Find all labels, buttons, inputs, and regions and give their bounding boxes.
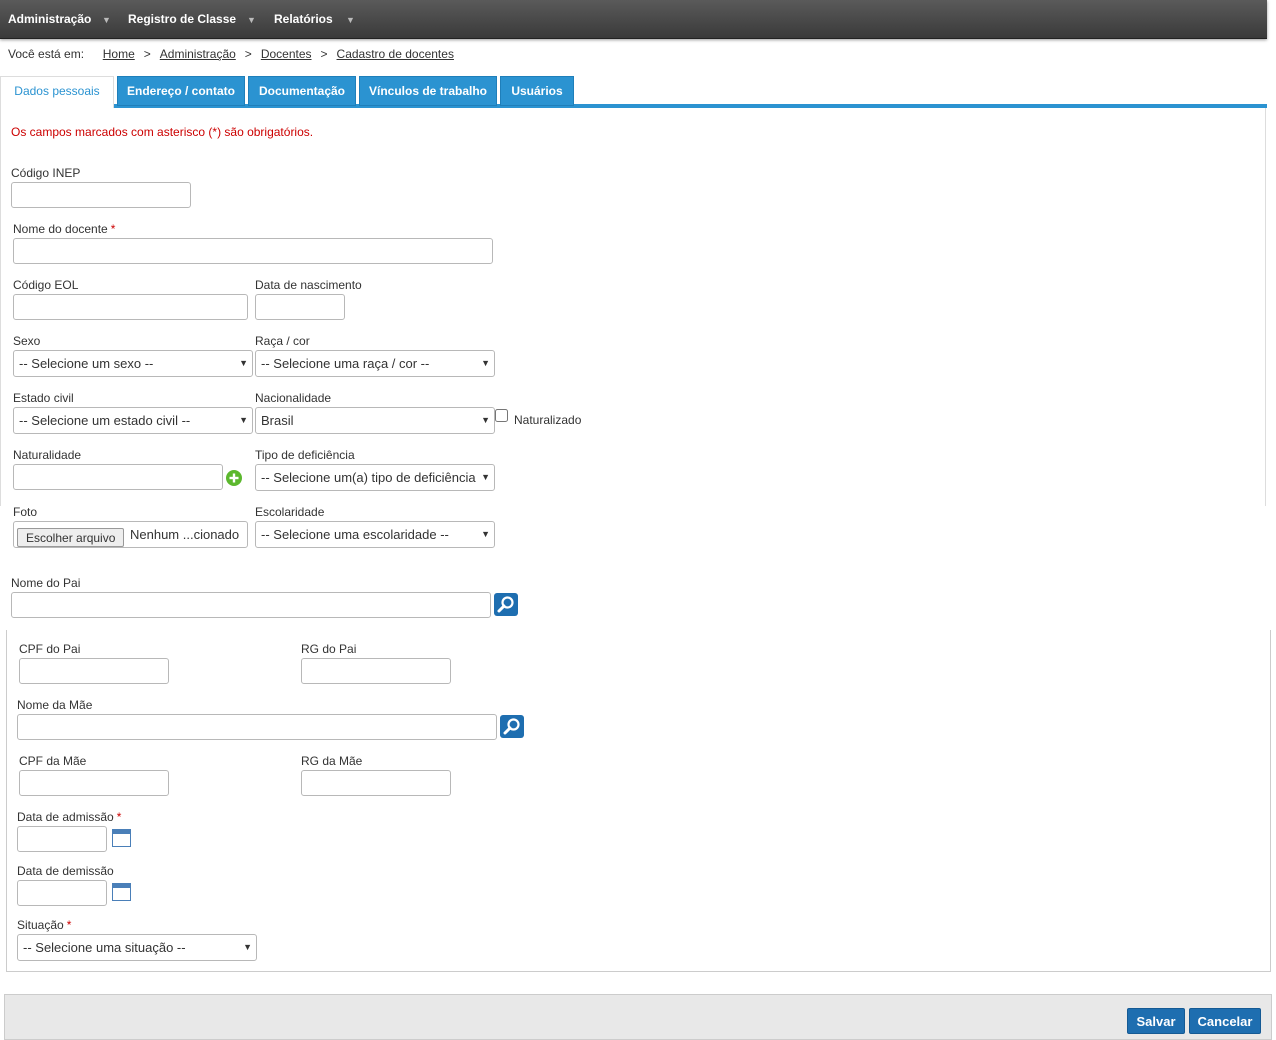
raca-label: Raça / cor <box>255 334 310 348</box>
chevron-down-icon: ▼ <box>239 358 248 368</box>
foto-label: Foto <box>13 505 38 519</box>
nome-pai-label: Nome do Pai <box>11 576 81 590</box>
breadcrumb-home[interactable]: Home <box>103 47 135 61</box>
cpf-mae-input[interactable] <box>19 770 169 796</box>
chevron-down-icon[interactable]: ▼ <box>346 0 355 38</box>
codigo-inep-label: Código INEP <box>11 166 81 180</box>
codigo-eol-input[interactable] <box>13 294 248 320</box>
cpf-mae-label: CPF da Mãe <box>19 754 87 768</box>
required-fields-note: Os campos marcados com asterisco (*) são… <box>11 125 314 139</box>
search-button[interactable] <box>500 715 524 738</box>
nav-relatorios[interactable]: Relatórios <box>274 0 333 38</box>
rg-mae-label: RG da Mãe <box>301 754 363 768</box>
raca-select-value: -- Selecione uma raça / cor -- <box>261 356 430 371</box>
chevron-down-icon[interactable]: ▼ <box>247 0 256 38</box>
estado-civil-select-value: -- Selecione um estado civil -- <box>19 413 191 428</box>
data-demissao-input[interactable] <box>17 880 107 906</box>
estado-civil-select[interactable]: -- Selecione um estado civil -- ▼ <box>13 407 253 434</box>
search-icon <box>503 718 520 735</box>
required-mark: * <box>116 810 122 824</box>
footer-bar <box>4 994 1272 1040</box>
save-button[interactable]: Salvar <box>1127 1008 1185 1034</box>
tab-vinculos-trabalho[interactable]: Vínculos de trabalho <box>359 76 497 106</box>
breadcrumb-separator: > <box>143 47 151 61</box>
choose-file-button[interactable]: Escolher arquivo <box>17 528 125 547</box>
rg-mae-input[interactable] <box>301 770 451 796</box>
chevron-down-icon: ▼ <box>481 529 490 539</box>
deficiencia-label: Tipo de deficiência <box>255 448 355 462</box>
cpf-pai-input[interactable] <box>19 658 169 684</box>
naturalidade-label: Naturalidade <box>13 448 82 462</box>
tab-endereco-contato[interactable]: Endereço / contato <box>117 76 245 106</box>
escolaridade-select-value: -- Selecione uma escolaridade -- <box>261 527 449 542</box>
chevron-down-icon[interactable]: ▼ <box>102 0 111 38</box>
deficiencia-select[interactable]: -- Selecione um(a) tipo de deficiência -… <box>255 464 495 491</box>
estado-civil-label: Estado civil <box>13 391 74 405</box>
nome-mae-input[interactable] <box>17 714 497 740</box>
breadcrumb-separator: > <box>320 47 328 61</box>
data-admissao-input[interactable] <box>17 826 107 852</box>
data-nascimento-input[interactable] <box>255 294 345 320</box>
situacao-label-text: Situação <box>17 918 64 932</box>
cancel-button[interactable]: Cancelar <box>1189 1008 1261 1034</box>
tab-usuarios[interactable]: Usuários <box>500 76 574 106</box>
rg-pai-input[interactable] <box>301 658 451 684</box>
breadcrumb-cadastro-docentes[interactable]: Cadastro de docentes <box>337 47 454 61</box>
naturalidade-input[interactable] <box>13 464 223 490</box>
tab-documentacao[interactable]: Documentação <box>248 76 356 106</box>
sexo-select[interactable]: -- Selecione um sexo -- ▼ <box>13 350 253 377</box>
required-mark: * <box>66 918 72 932</box>
chevron-down-icon: ▼ <box>481 358 490 368</box>
chevron-down-icon: ▼ <box>481 415 490 425</box>
cpf-pai-label: CPF do Pai <box>19 642 81 656</box>
nav-administracao[interactable]: Administração <box>8 0 91 38</box>
nome-docente-label-text: Nome do docente <box>13 222 108 236</box>
nacionalidade-label: Nacionalidade <box>255 391 332 405</box>
rg-pai-label: RG do Pai <box>301 642 357 656</box>
situacao-label: Situação * <box>17 918 71 932</box>
escolaridade-label: Escolaridade <box>255 505 325 519</box>
data-admissao-label-text: Data de admissão <box>17 810 114 824</box>
search-button[interactable] <box>494 593 518 616</box>
nome-mae-label: Nome da Mãe <box>17 698 93 712</box>
naturalizado-label: Naturalizado <box>514 413 582 427</box>
nacionalidade-select[interactable]: Brasil ▼ <box>255 407 495 434</box>
sexo-select-value: -- Selecione um sexo -- <box>19 356 154 371</box>
raca-select[interactable]: -- Selecione uma raça / cor -- ▼ <box>255 350 495 377</box>
chevron-down-icon: ▼ <box>481 472 490 482</box>
foto-file-input[interactable]: Escolher arquivo Nenhum ...cionado <box>13 521 248 548</box>
data-demissao-label: Data de demissão <box>17 864 114 878</box>
situacao-select-value: -- Selecione uma situação -- <box>23 940 186 955</box>
data-admissao-label: Data de admissão * <box>17 810 121 824</box>
deficiencia-select-value: -- Selecione um(a) tipo de deficiência -… <box>261 470 476 485</box>
calendar-icon[interactable] <box>112 883 131 901</box>
tab-dados-pessoais[interactable]: Dados pessoais <box>0 76 114 108</box>
naturalizado-checkbox[interactable] <box>495 409 508 422</box>
codigo-inep-input[interactable] <box>11 182 191 208</box>
form-panel-lower <box>6 630 1271 972</box>
chevron-down-icon: ▼ <box>239 415 248 425</box>
nome-docente-input[interactable] <box>13 238 493 264</box>
breadcrumb-administracao[interactable]: Administração <box>160 47 236 61</box>
breadcrumb-prefix: Você está em: <box>8 47 85 61</box>
breadcrumb: Você está em: Home > Administração > Docente… <box>8 47 454 65</box>
escolaridade-select[interactable]: -- Selecione uma escolaridade -- ▼ <box>255 521 495 548</box>
sexo-label: Sexo <box>13 334 41 348</box>
nav-registro-de-classe[interactable]: Registro de Classe <box>128 0 236 38</box>
required-mark: * <box>110 222 116 236</box>
top-nav-bar: Administração ▼ Registro de Classe ▼ Rel… <box>0 0 1267 39</box>
nome-pai-input[interactable] <box>11 592 491 618</box>
breadcrumb-docentes[interactable]: Docentes <box>261 47 312 61</box>
nome-docente-label: Nome do docente * <box>13 222 115 236</box>
file-status: Nenhum ...cionado <box>130 527 240 542</box>
breadcrumb-separator: > <box>244 47 252 61</box>
codigo-eol-label: Código EOL <box>13 278 79 292</box>
calendar-icon[interactable] <box>112 829 131 847</box>
situacao-select[interactable]: -- Selecione uma situação -- ▼ <box>17 934 257 961</box>
search-icon <box>497 596 514 613</box>
chevron-down-icon: ▼ <box>243 942 252 952</box>
data-nascimento-label: Data de nascimento <box>255 278 362 292</box>
add-icon[interactable] <box>226 470 242 486</box>
nacionalidade-select-value: Brasil <box>261 413 294 428</box>
